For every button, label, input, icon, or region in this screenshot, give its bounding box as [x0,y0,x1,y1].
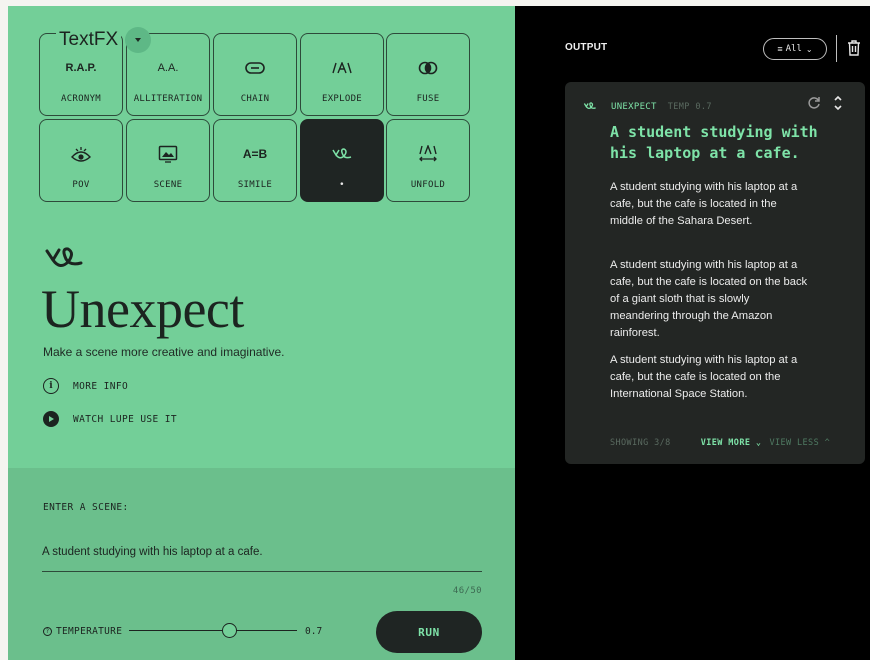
response-item[interactable]: A student studying with his laptop at a … [610,257,810,342]
tool-description: Make a scene more creative and imaginati… [43,345,285,359]
filter-value: All [785,44,802,54]
card-footer: SHOWING 3/8 VIEW MORE ⌄ VIEW LESS ^ [610,438,850,448]
tool-label: SIMILE [237,180,273,190]
scene-input-label: ENTER A SCENE: [43,502,129,513]
app-menu-toggle[interactable] [125,27,151,53]
unexpect-hero-icon [44,242,84,279]
view-less-button[interactable]: VIEW LESS ^ [769,438,830,448]
tool-label: EXPLODE [321,94,363,104]
unfold-icon [417,143,439,165]
alliteration-icon: A.A. [157,62,179,74]
acronym-icon: R.A.P. [65,62,97,74]
tool-panel: TextFX R.A.P. ACRONYM A.A. ALLITERATION … [8,6,515,660]
eye-icon [70,143,92,165]
output-card: UNEXPECT TEMP 0.7 A student studying wit… [565,82,865,464]
play-icon [43,411,59,427]
card-temperature: TEMP 0.7 [667,102,712,112]
card-header: UNEXPECT TEMP 0.7 [583,98,712,116]
tool-pov[interactable]: POV [39,119,123,202]
tool-unexpect[interactable]: • [300,119,384,202]
caret-down-icon [135,38,141,42]
more-info-label: MORE INFO [73,380,129,392]
more-info-link[interactable]: i MORE INFO [43,378,128,394]
toolbar-divider [836,35,837,62]
response-item[interactable]: A student studying with his laptop at a … [610,352,810,403]
view-more-label: VIEW MORE [700,438,751,448]
chain-link-icon [245,57,265,79]
tool-label: ACRONYM [60,94,102,104]
card-tool-name: UNEXPECT [611,102,657,112]
tool-scene[interactable]: SCENE [126,119,210,202]
output-panel: OUTPUT ≡ All ⌄ UNEXPECT TEMP 0.7 A stude… [515,6,870,660]
tool-label: FUSE [416,94,440,104]
tool-chain[interactable]: CHAIN [213,33,297,116]
scene-input[interactable] [42,532,482,572]
tool-label: POV [72,180,90,190]
tool-label: UNFOLD [410,180,446,190]
unexpect-icon [331,143,353,165]
chevron-down-icon: ⌄ [805,44,813,54]
chevron-down-icon: ⌄ [755,438,762,448]
fuse-icon [418,57,438,79]
temperature-label-group: ? TEMPERATURE [43,626,122,637]
response-item[interactable]: A student studying with his laptop at a … [610,179,810,230]
app-title: TextFX [56,29,122,51]
tool-title: Unexpect [41,279,244,339]
info-icon: i [43,378,59,394]
temperature-label: TEMPERATURE [56,626,123,637]
watch-video-label: WATCH LUPE USE IT [73,413,178,425]
output-title: OUTPUT [565,42,608,53]
char-counter: 46/50 [452,586,482,596]
view-less-label: VIEW LESS [769,438,820,448]
tool-unfold[interactable]: UNFOLD [386,119,470,202]
temperature-value: 0.7 [305,626,323,637]
chevron-up-icon: ^ [824,438,831,448]
card-controls [807,95,843,116]
showing-count: SHOWING 3/8 [610,438,671,448]
unexpect-icon [583,98,597,116]
explode-icon [331,57,353,79]
temperature-slider-track[interactable] [129,630,297,631]
run-button[interactable]: RUN [376,611,482,653]
equals-icon: A=B [242,147,268,161]
tool-label: ALLITERATION [133,94,203,104]
refresh-icon[interactable] [807,96,821,115]
output-filter-dropdown[interactable]: ≡ All ⌄ [763,38,827,60]
tool-label: CHAIN [240,94,270,104]
card-prompt: A student studying with his laptop at a … [610,123,818,162]
expand-collapse-icon[interactable] [833,95,843,116]
help-icon[interactable]: ? [43,627,52,636]
watch-video-link[interactable]: WATCH LUPE USE IT [43,411,177,427]
tool-simile[interactable]: A=B SIMILE [213,119,297,202]
view-more-button[interactable]: VIEW MORE ⌄ [701,438,762,448]
image-icon [158,143,178,165]
tool-fuse[interactable]: FUSE [386,33,470,116]
list-icon: ≡ [777,44,783,54]
tool-explode[interactable]: EXPLODE [300,33,384,116]
tool-label: SCENE [153,180,183,190]
tool-label: • [339,180,345,190]
trash-icon[interactable] [847,40,861,61]
